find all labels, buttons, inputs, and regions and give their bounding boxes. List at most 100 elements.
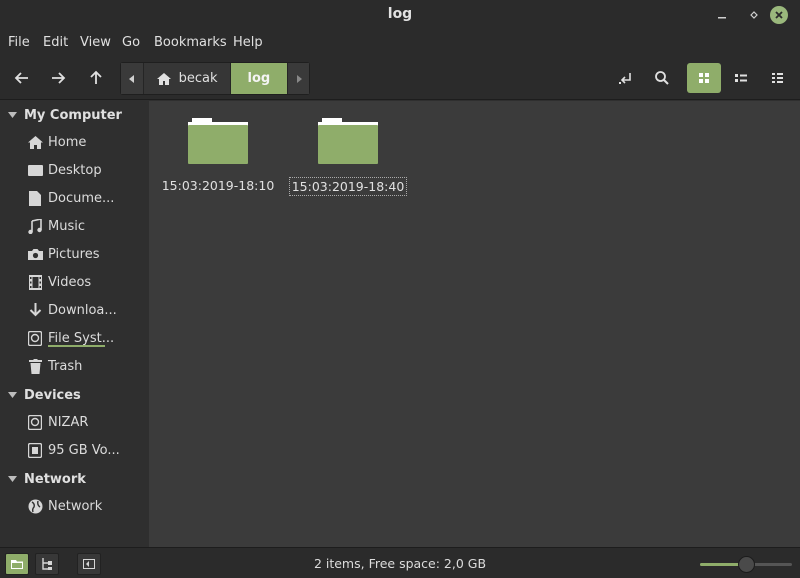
drive-icon bbox=[28, 442, 42, 458]
menu-go[interactable]: Go bbox=[122, 35, 140, 50]
arrow-right-icon bbox=[52, 72, 66, 84]
globe-icon bbox=[28, 499, 42, 513]
maximize-icon bbox=[750, 11, 758, 19]
status-text: 2 items, Free space: 2,0 GB bbox=[313, 556, 487, 571]
folder-name: 15:03:2019-18:40 bbox=[288, 177, 408, 196]
folder-item[interactable]: 15:03:2019-18:10 bbox=[153, 117, 283, 194]
sidebar-item-label: Trash bbox=[48, 358, 83, 374]
toggle-location-button[interactable] bbox=[608, 63, 642, 93]
compact-view-button[interactable] bbox=[761, 63, 795, 93]
sidebar-item-home[interactable]: Home bbox=[0, 129, 149, 155]
arrow-up-icon bbox=[90, 70, 102, 84]
sidebar-item-volume[interactable]: 95 GB Vo... bbox=[0, 437, 149, 463]
menu-bar: File Edit View Go Bookmarks Help bbox=[0, 30, 800, 56]
folder-icon bbox=[318, 118, 378, 164]
breadcrumb-current-label: log bbox=[247, 71, 271, 86]
chevron-right-icon bbox=[296, 74, 302, 83]
folder-name: 15:03:2019-18:10 bbox=[161, 178, 275, 193]
sidebar-item-network[interactable]: Network bbox=[0, 493, 149, 519]
forward-button[interactable] bbox=[44, 63, 72, 93]
sidebar-item-label: Music bbox=[48, 218, 85, 234]
window-title: log bbox=[387, 6, 413, 22]
chevron-down-icon bbox=[7, 476, 17, 482]
close-icon bbox=[775, 11, 783, 19]
breadcrumb-left-button[interactable] bbox=[121, 63, 143, 94]
sidebar-item-label: File Syst... bbox=[48, 330, 115, 346]
sidebar-item-label: Docume... bbox=[48, 190, 115, 206]
sidebar-item-pictures[interactable]: Pictures bbox=[0, 241, 149, 267]
sidebar-section-my-computer[interactable]: My Computer bbox=[0, 104, 149, 126]
sidebar-section-label: Network bbox=[24, 471, 86, 487]
back-button[interactable] bbox=[8, 63, 36, 93]
camera-icon bbox=[27, 248, 43, 260]
drive-icon bbox=[28, 414, 42, 430]
desktop-icon bbox=[27, 164, 43, 176]
sidebar-item-filesystem[interactable]: File Syst... bbox=[0, 325, 149, 351]
sidebar-section-devices[interactable]: Devices bbox=[0, 384, 149, 406]
compact-view-icon bbox=[772, 73, 783, 83]
home-icon bbox=[27, 135, 43, 149]
menu-bookmarks[interactable]: Bookmarks bbox=[154, 35, 227, 50]
sidebar-item-label: Downloa... bbox=[48, 302, 117, 318]
menu-file[interactable]: File bbox=[8, 35, 30, 50]
toolbar: becak log bbox=[0, 56, 800, 100]
location-toggle-icon bbox=[619, 73, 631, 84]
sidebar-item-desktop[interactable]: Desktop bbox=[0, 157, 149, 183]
sidebar-item-label: Network bbox=[48, 498, 103, 514]
grid-view-icon bbox=[699, 73, 709, 83]
menu-view[interactable]: View bbox=[80, 35, 111, 50]
breadcrumb-right-button[interactable] bbox=[287, 63, 309, 94]
sidebar-item-documents[interactable]: Docume... bbox=[0, 185, 149, 211]
home-icon bbox=[156, 72, 171, 85]
breadcrumb-current[interactable]: log bbox=[229, 63, 288, 94]
status-bar: 2 items, Free space: 2,0 GB bbox=[0, 547, 800, 578]
minimize-icon bbox=[718, 17, 726, 19]
sidebar-item-videos[interactable]: Videos bbox=[0, 269, 149, 295]
minimize-button[interactable] bbox=[713, 6, 731, 24]
sidebar-item-label: Pictures bbox=[48, 246, 100, 262]
sidebar-section-label: My Computer bbox=[24, 107, 122, 123]
title-bar: log bbox=[0, 0, 800, 30]
search-button[interactable] bbox=[645, 63, 679, 93]
search-icon bbox=[655, 71, 669, 85]
film-icon bbox=[28, 274, 42, 290]
sidebar-item-label: NIZAR bbox=[48, 414, 89, 430]
chevron-down-icon bbox=[7, 392, 17, 398]
sidebar-item-music[interactable]: Music bbox=[0, 213, 149, 239]
menu-help[interactable]: Help bbox=[233, 35, 263, 50]
arrow-left-icon bbox=[14, 72, 28, 84]
chevron-down-icon bbox=[7, 112, 17, 118]
sidebar-item-label: 95 GB Vo... bbox=[48, 442, 120, 458]
icon-view-button[interactable] bbox=[687, 63, 721, 93]
trash-icon bbox=[28, 358, 42, 374]
folder-icon bbox=[188, 118, 248, 164]
sidebar: My Computer Home Desktop Docume... Music… bbox=[0, 101, 149, 547]
drive-icon bbox=[28, 330, 42, 346]
file-view[interactable]: 15:03:2019-18:10 15:03:2019-18:40 bbox=[149, 101, 800, 547]
menu-edit[interactable]: Edit bbox=[43, 35, 68, 50]
list-view-icon bbox=[735, 74, 747, 82]
breadcrumb-home[interactable]: becak bbox=[142, 63, 230, 94]
document-icon bbox=[29, 190, 41, 206]
sidebar-item-label: Home bbox=[48, 134, 87, 150]
up-button[interactable] bbox=[82, 63, 110, 93]
sidebar-section-network[interactable]: Network bbox=[0, 468, 149, 490]
close-button[interactable] bbox=[770, 6, 788, 24]
sidebar-item-label: Videos bbox=[48, 274, 92, 290]
download-icon bbox=[29, 302, 41, 316]
sidebar-item-downloads[interactable]: Downloa... bbox=[0, 297, 149, 323]
zoom-slider[interactable] bbox=[700, 556, 792, 573]
list-view-button[interactable] bbox=[724, 63, 758, 93]
breadcrumb: becak log bbox=[120, 62, 310, 95]
sidebar-item-trash[interactable]: Trash bbox=[0, 353, 149, 379]
filesystem-usage-bar bbox=[48, 345, 105, 347]
music-icon bbox=[28, 218, 42, 234]
breadcrumb-home-label: becak bbox=[178, 71, 218, 86]
sidebar-item-label: Desktop bbox=[48, 162, 102, 178]
folder-item-selected[interactable]: 15:03:2019-18:40 bbox=[283, 117, 413, 196]
sidebar-item-nizar[interactable]: NIZAR bbox=[0, 409, 149, 435]
sidebar-section-label: Devices bbox=[24, 387, 81, 403]
maximize-button[interactable] bbox=[745, 6, 763, 24]
chevron-left-icon bbox=[128, 74, 134, 83]
zoom-slider-handle[interactable] bbox=[737, 556, 755, 573]
